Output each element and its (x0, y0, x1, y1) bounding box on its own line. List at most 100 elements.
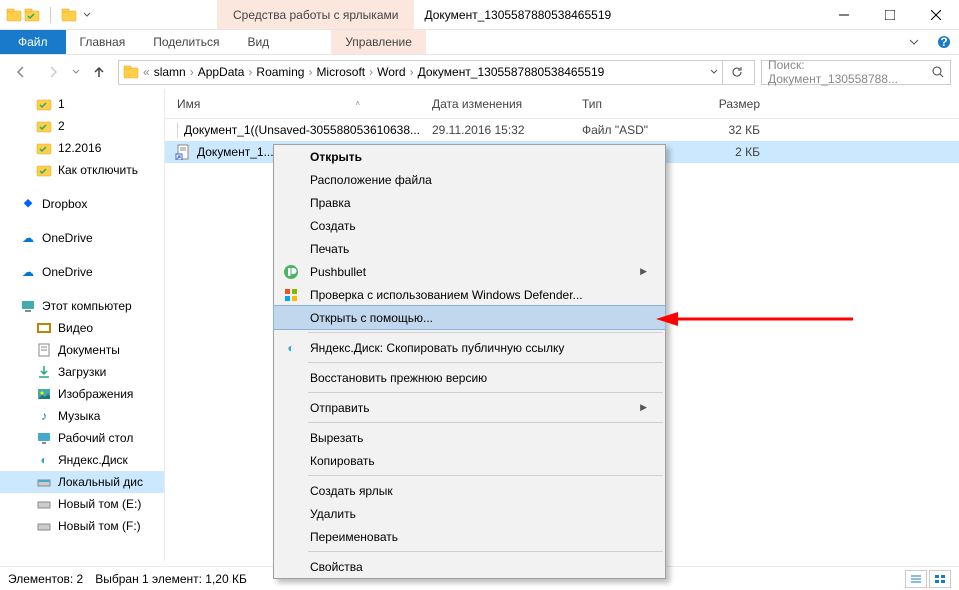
nav-tree: 1 2 12.2016 Как отключить ⯁Dropbox ☁OneD… (0, 89, 165, 561)
separator (308, 332, 663, 333)
sidebar-item[interactable]: Изображения (0, 383, 164, 405)
folder-icon (61, 7, 77, 23)
folder-pin-icon (36, 118, 52, 134)
history-dropdown-icon[interactable] (72, 68, 80, 76)
col-header-name[interactable]: Имя (177, 97, 200, 111)
submenu-arrow-icon: ▶ (640, 266, 647, 277)
crumb-seg[interactable]: Word (377, 65, 405, 79)
tab-view[interactable]: Вид (233, 30, 283, 54)
nav-back-button[interactable] (8, 59, 34, 85)
pushbullet-icon (282, 263, 300, 281)
help-icon[interactable]: ? (929, 30, 959, 54)
search-placeholder: Поиск: Документ_130558788... (768, 58, 932, 86)
sidebar-item-thispc[interactable]: Этот компьютер (0, 295, 164, 317)
defender-icon (282, 286, 300, 304)
images-icon (36, 386, 52, 402)
sidebar-item[interactable]: Загрузки (0, 361, 164, 383)
column-headers[interactable]: Имя ˄ Дата изменения Тип Размер (165, 89, 959, 119)
status-selection: Выбран 1 элемент: 1,20 КБ (95, 572, 247, 586)
sidebar-item[interactable]: Рабочий стол (0, 427, 164, 449)
ctx-file-location[interactable]: Расположение файла (274, 168, 665, 191)
title-bar: Средства работы с ярлыками Документ_1305… (0, 0, 959, 30)
search-input[interactable]: Поиск: Документ_130558788... (761, 60, 951, 85)
ctx-copy[interactable]: Копировать (274, 449, 665, 472)
close-button[interactable] (913, 0, 959, 30)
crumb-seg[interactable]: AppData (198, 65, 245, 79)
view-details-button[interactable] (905, 570, 927, 588)
separator (308, 422, 663, 423)
folder-pin-icon (36, 96, 52, 112)
window-title: Документ_1305587880538465519 (424, 8, 821, 22)
sidebar-item[interactable]: Видео (0, 317, 164, 339)
sidebar-item[interactable]: 2 (0, 115, 164, 137)
tab-manage[interactable]: Управление (331, 30, 426, 54)
music-icon: ♪ (36, 408, 52, 424)
crumb-seg[interactable]: slamn (154, 65, 186, 79)
ctx-delete[interactable]: Удалить (274, 502, 665, 525)
sidebar-item[interactable]: 1 (0, 93, 164, 115)
col-header-type[interactable]: Тип (570, 97, 680, 111)
sidebar-item[interactable]: Новый том (E:) (0, 493, 164, 515)
sidebar-item[interactable]: ◐Яндекс.Диск (0, 449, 164, 471)
dropbox-icon: ⯁ (20, 196, 36, 212)
sort-indicator-icon: ˄ (355, 99, 360, 108)
refresh-button[interactable] (722, 61, 750, 84)
separator (308, 392, 663, 393)
col-header-size[interactable]: Размер (680, 97, 780, 111)
chevron-down-icon[interactable] (83, 11, 91, 19)
ctx-yadisk-link[interactable]: ◐Яндекс.Диск: Скопировать публичную ссыл… (274, 336, 665, 359)
submenu-arrow-icon: ▶ (640, 402, 647, 413)
ribbon-tabs: Файл Главная Поделиться Вид Управление ? (0, 30, 959, 55)
sidebar-item-onedrive[interactable]: ☁OneDrive (0, 227, 164, 249)
chevron-down-icon[interactable] (710, 68, 718, 76)
drive-icon (36, 496, 52, 512)
col-header-date[interactable]: Дата изменения (420, 97, 570, 111)
ctx-rename[interactable]: Переименовать (274, 525, 665, 548)
drive-icon (36, 518, 52, 534)
maximize-button[interactable] (867, 0, 913, 30)
ctx-send-to[interactable]: Отправить▶ (274, 396, 665, 419)
minimize-button[interactable] (821, 0, 867, 30)
sidebar-item[interactable]: Как отключить (0, 159, 164, 181)
tab-home[interactable]: Главная (66, 30, 140, 54)
view-icons-button[interactable] (929, 570, 951, 588)
file-tab[interactable]: Файл (0, 30, 66, 54)
crumb-seg[interactable]: Microsoft (316, 65, 365, 79)
sidebar-item[interactable]: 12.2016 (0, 137, 164, 159)
file-row[interactable]: Документ_1((Unsaved-305588053610638... 2… (165, 119, 959, 141)
ctx-restore-version[interactable]: Восстановить прежнюю версию (274, 366, 665, 389)
nav-up-button[interactable] (86, 59, 112, 85)
ribbon-expand-icon[interactable] (899, 30, 929, 54)
ctx-properties[interactable]: Свойства (274, 555, 665, 578)
tab-share[interactable]: Поделиться (139, 30, 233, 54)
ctx-print[interactable]: Печать (274, 237, 665, 260)
sidebar-item[interactable]: ♪Музыка (0, 405, 164, 427)
ctx-new[interactable]: Создать (274, 214, 665, 237)
sidebar-item-onedrive[interactable]: ☁OneDrive (0, 261, 164, 283)
ctx-cut[interactable]: Вырезать (274, 426, 665, 449)
ctx-create-shortcut[interactable]: Создать ярлык (274, 479, 665, 502)
quick-access-toolbar (0, 7, 97, 23)
sidebar-item[interactable]: Документы (0, 339, 164, 361)
nav-forward-button[interactable] (40, 59, 66, 85)
sidebar-item[interactable]: Локальный дис (0, 471, 164, 493)
crumb-seg[interactable]: Roaming (256, 65, 304, 79)
breadcrumb[interactable]: « slamn› AppData› Roaming› Microsoft› Wo… (118, 60, 755, 85)
context-menu: Открыть Расположение файла Правка Создат… (273, 144, 666, 579)
crumb-seg[interactable]: Документ_1305587880538465519 (418, 65, 605, 79)
contextual-tool-label: Средства работы с ярлыками (217, 0, 414, 29)
sidebar-item-dropbox[interactable]: ⯁Dropbox (0, 193, 164, 215)
address-bar: « slamn› AppData› Roaming› Microsoft› Wo… (0, 55, 959, 89)
folder-pin-icon (36, 140, 52, 156)
yadisk-icon: ◐ (282, 339, 300, 357)
onedrive-icon: ☁ (20, 230, 36, 246)
ctx-pushbullet[interactable]: Pushbullet▶ (274, 260, 665, 283)
ctx-open[interactable]: Открыть (274, 145, 665, 168)
video-icon (36, 320, 52, 336)
file-icon (175, 122, 178, 138)
desktop-icon (36, 430, 52, 446)
sidebar-item[interactable]: Новый том (F:) (0, 515, 164, 537)
ctx-edit[interactable]: Правка (274, 191, 665, 214)
ctx-open-with[interactable]: Открыть с помощью... (274, 306, 665, 329)
ctx-defender[interactable]: Проверка с использованием Windows Defend… (274, 283, 665, 306)
